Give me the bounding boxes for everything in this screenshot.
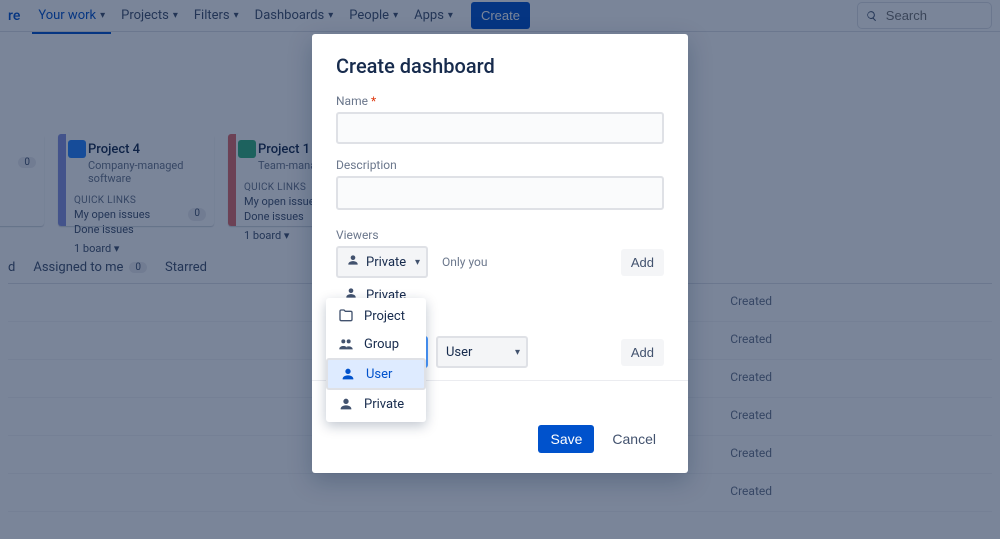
- create-button[interactable]: Create: [471, 2, 530, 29]
- created-col: Created: [730, 484, 772, 501]
- link-done-issues[interactable]: Done issues: [74, 223, 206, 236]
- chevron-down-icon: ▾: [234, 10, 239, 21]
- add-editor-button[interactable]: Add: [621, 339, 664, 366]
- chevron-down-icon: ▾: [448, 10, 453, 21]
- modal-title: Create dashboard: [336, 54, 664, 78]
- project-sub: Company-managed software: [88, 159, 206, 185]
- cancel-button[interactable]: Cancel: [604, 425, 664, 453]
- created-col: Created: [730, 294, 772, 311]
- project-card[interactable]: Project 4 Company-managed software QUICK…: [58, 134, 214, 226]
- nav-projects[interactable]: Projects▾: [115, 4, 184, 27]
- group-icon: [338, 336, 354, 352]
- nav-your-work[interactable]: Your work▾: [32, 4, 111, 27]
- name-input[interactable]: [336, 112, 664, 144]
- dropdown-label: User: [366, 367, 392, 382]
- add-viewer-button[interactable]: Add: [621, 249, 664, 276]
- table-row[interactable]: Created: [8, 474, 992, 512]
- chevron-down-icon: ▾: [100, 10, 105, 21]
- top-nav: re Your work▾ Projects▾ Filters▾ Dashboa…: [0, 0, 1000, 32]
- editors-user-select[interactable]: User ▾: [436, 336, 528, 368]
- chevron-down-icon: ▾: [393, 10, 398, 21]
- person-icon: [346, 253, 360, 271]
- dropdown-label: Project: [364, 309, 405, 324]
- created-col: Created: [730, 446, 772, 463]
- nav-filters[interactable]: Filters▾: [188, 4, 245, 27]
- viewers-label: Viewers: [336, 228, 664, 242]
- folder-icon: [338, 308, 354, 324]
- editors-type-dropdown: Project Group User Private: [326, 298, 426, 422]
- nav-apps[interactable]: Apps▾: [408, 4, 459, 27]
- search-icon: [866, 9, 878, 23]
- search-input[interactable]: [884, 7, 983, 24]
- brand: re: [8, 8, 20, 24]
- viewers-value: Private: [366, 255, 406, 270]
- search-box[interactable]: [857, 2, 992, 29]
- tab-starred[interactable]: Starred: [165, 260, 207, 275]
- count-badge: 0: [129, 262, 147, 273]
- dropdown-item-group[interactable]: Group: [326, 330, 426, 358]
- viewers-hint: Only you: [442, 255, 488, 269]
- name-label: Name: [336, 94, 664, 108]
- created-col: Created: [730, 370, 772, 387]
- chevron-down-icon: ▾: [415, 257, 420, 268]
- description-input[interactable]: [336, 176, 664, 210]
- description-label: Description: [336, 158, 664, 172]
- link-open-issues[interactable]: My open issues0: [74, 208, 206, 221]
- tab-item[interactable]: d: [8, 260, 15, 275]
- person-icon: [340, 366, 356, 382]
- chevron-down-icon: ▾: [328, 10, 333, 21]
- chevron-down-icon: ▾: [515, 347, 520, 358]
- project-icon: [238, 140, 256, 158]
- dropdown-label: Group: [364, 337, 399, 352]
- created-col: Created: [730, 332, 772, 349]
- count-badge: 0: [18, 157, 36, 168]
- dropdown-item-user[interactable]: User: [326, 358, 426, 390]
- project-sub: ftware: [0, 142, 36, 155]
- created-col: Created: [730, 408, 772, 425]
- project-name: Project 4: [88, 142, 206, 157]
- nav-people[interactable]: People▾: [343, 4, 404, 27]
- boards-dropdown[interactable]: 1 board ▾: [74, 242, 206, 255]
- person-icon: [338, 396, 354, 412]
- project-card[interactable]: ftware 0: [0, 134, 44, 226]
- dropdown-item-project[interactable]: Project: [326, 302, 426, 330]
- dropdown-label: Private: [364, 397, 404, 412]
- count-badge: 0: [188, 208, 206, 221]
- save-button[interactable]: Save: [538, 425, 594, 453]
- editors-user-value: User: [446, 345, 472, 360]
- nav-dashboards[interactable]: Dashboards▾: [249, 4, 340, 27]
- project-icon: [68, 140, 86, 158]
- tab-assigned[interactable]: Assigned to me0: [33, 260, 147, 275]
- dropdown-item-private[interactable]: Private: [326, 390, 426, 418]
- chevron-down-icon: ▾: [173, 10, 178, 21]
- viewers-select[interactable]: Private ▾: [336, 246, 428, 278]
- quick-links-label: QUICK LINKS: [74, 195, 206, 206]
